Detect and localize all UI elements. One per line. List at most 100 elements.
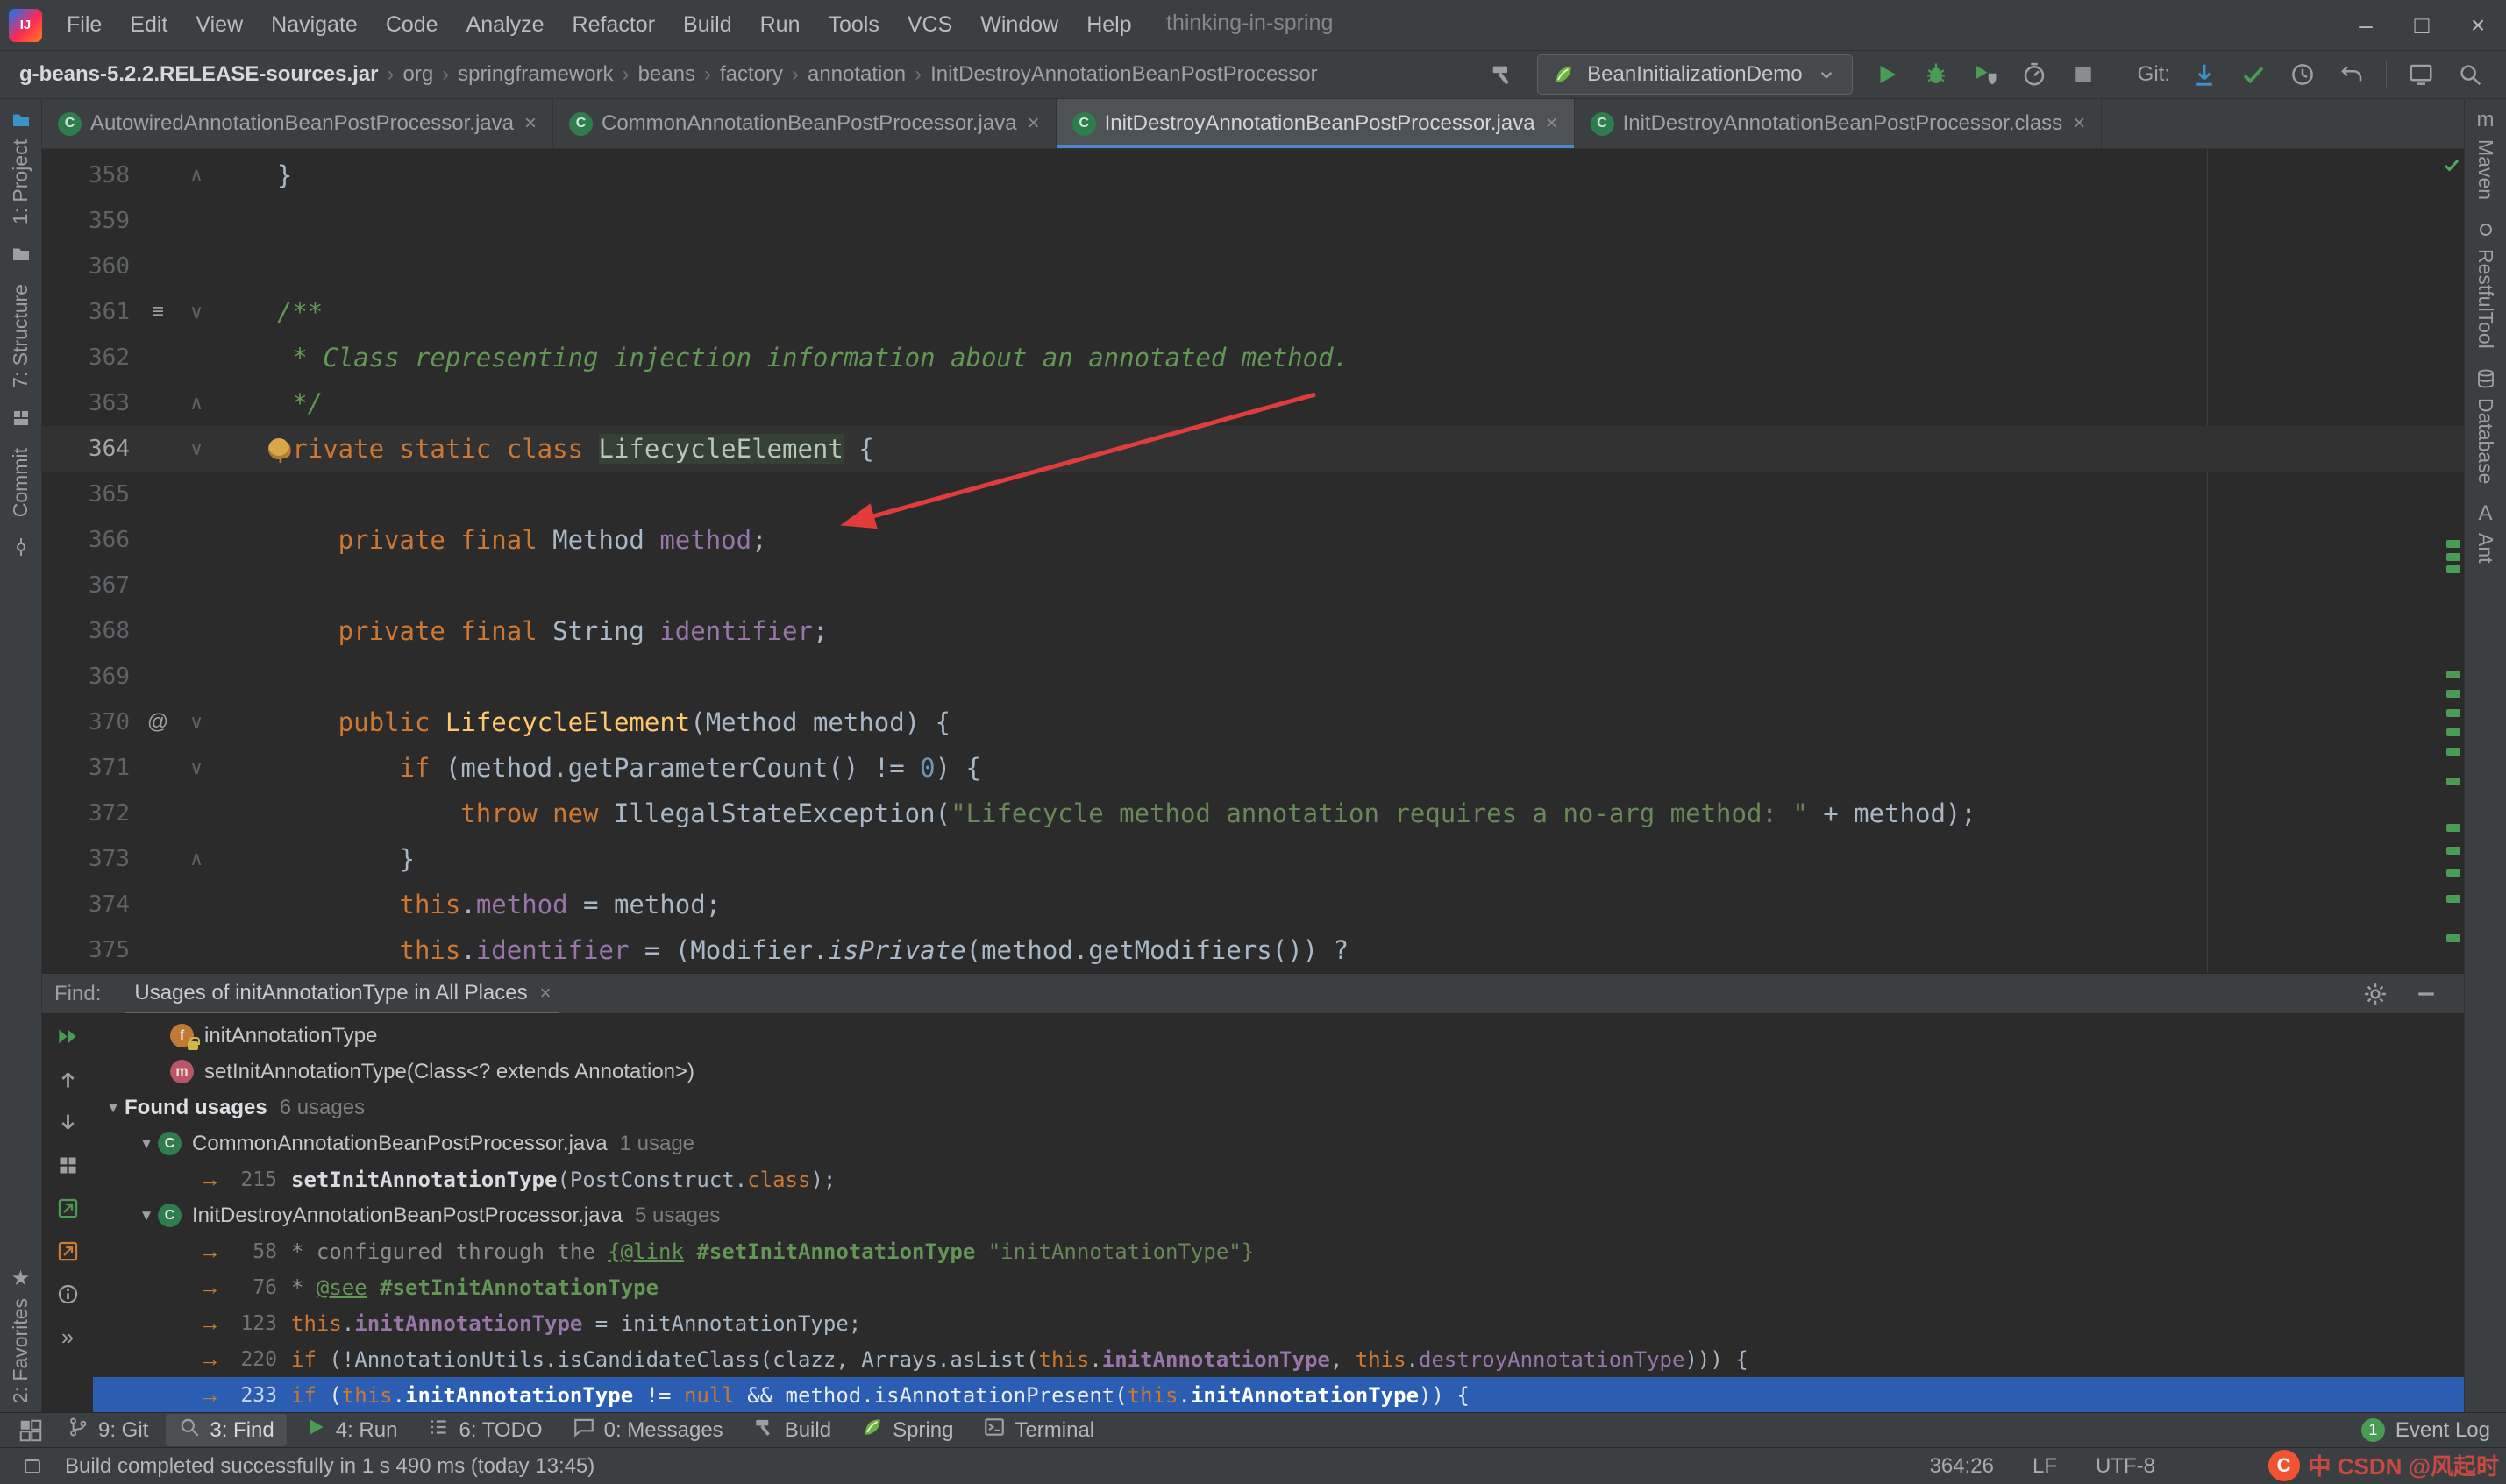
profiler-button[interactable]: [2019, 60, 2049, 89]
breadcrumb-item[interactable]: factory: [715, 60, 788, 89]
find-row-usage[interactable]: → 220 if (!AnnotationUtils.isCandidateClas…: [93, 1341, 2464, 1377]
run-button[interactable]: [1872, 60, 1902, 89]
toolwindow-button-spring[interactable]: Spring: [849, 1414, 965, 1446]
stripe-item-folder[interactable]: [9, 242, 33, 266]
git-history-button[interactable]: [2288, 60, 2317, 89]
stripe-item-favorites[interactable]: ★ 2: Favorites: [9, 1267, 33, 1403]
debug-button[interactable]: [1921, 60, 1951, 89]
toolwindow-button-build[interactable]: Build: [741, 1414, 844, 1446]
menu-item-vcs[interactable]: VCS: [895, 5, 965, 45]
editor-tab[interactable]: C AutowiredAnnotationBeanPostProcessor.ja…: [42, 99, 553, 148]
vcs-change-mark[interactable]: [2446, 778, 2460, 785]
menu-item-file[interactable]: File: [54, 5, 114, 45]
stripe-item-grid[interactable]: [9, 406, 33, 430]
event-log-button[interactable]: 1 Event Log: [2360, 1418, 2490, 1443]
code-line[interactable]: 364 ∨ private static class LifecycleEleme…: [42, 426, 2464, 472]
find-row-usage[interactable]: → 76 * @see #setInitAnnotationType: [93, 1269, 2464, 1305]
vcs-change-mark[interactable]: [2446, 540, 2460, 548]
editor-tab[interactable]: C InitDestroyAnnotationBeanPostProcessor.…: [1056, 99, 1575, 148]
expand-arrow-icon[interactable]: ▼: [135, 1207, 158, 1225]
toolwindow-button-terminal[interactable]: Terminal: [971, 1414, 1107, 1446]
run-with-coverage-button[interactable]: [1970, 60, 2000, 89]
tab-close-icon[interactable]: ×: [1546, 111, 1558, 136]
code-line[interactable]: 363 ∧ */: [42, 380, 2464, 426]
vcs-change-mark[interactable]: [2446, 748, 2460, 756]
rerun-search-icon[interactable]: [54, 1023, 81, 1049]
code-line[interactable]: 375 this.identifier = (Modifier.isPrivat…: [42, 927, 2464, 973]
find-row-file[interactable]: ▼ C InitDestroyAnnotationBeanPostProcessor…: [93, 1197, 2464, 1233]
vcs-change-mark[interactable]: [2446, 565, 2460, 573]
breadcrumb-item[interactable]: g-beans-5.2.2.RELEASE-sources.jar: [14, 60, 383, 89]
menu-item-edit[interactable]: Edit: [117, 5, 180, 45]
code-line[interactable]: 360: [42, 244, 2464, 289]
caret-position[interactable]: 364:26: [1930, 1454, 1994, 1479]
find-row-target[interactable]: f initAnnotationType: [93, 1018, 2464, 1054]
menu-item-view[interactable]: View: [183, 5, 255, 45]
more-options-icon[interactable]: »: [54, 1324, 81, 1350]
search-everywhere-button[interactable]: [2455, 60, 2485, 89]
settings-gear-icon[interactable]: [2360, 979, 2390, 1009]
code-line[interactable]: 358 ∧ }: [42, 153, 2464, 198]
code-line[interactable]: 367: [42, 563, 2464, 608]
fold-marker-icon[interactable]: ∨: [177, 745, 216, 791]
find-row-usage[interactable]: → 123 this.initAnnotationType = initAnnota…: [93, 1305, 2464, 1341]
stripe-item-commitnode[interactable]: [9, 535, 33, 559]
close-button[interactable]: ×: [2450, 0, 2506, 51]
vcs-change-mark[interactable]: [2446, 824, 2460, 832]
code-line[interactable]: 361 ≡ ∨ /**: [42, 289, 2464, 335]
find-row-target[interactable]: m setInitAnnotationType(Class<? extends A…: [93, 1054, 2464, 1090]
menu-item-window[interactable]: Window: [968, 5, 1071, 45]
fold-marker-icon[interactable]: ∨: [177, 699, 216, 745]
stripe-item-restfultool[interactable]: RestfulTool: [2474, 217, 2498, 349]
menu-item-build[interactable]: Build: [671, 5, 744, 45]
minimize-button[interactable]: –: [2338, 0, 2394, 51]
breadcrumb-item[interactable]: beans: [633, 60, 701, 89]
export-results-icon[interactable]: [54, 1238, 81, 1264]
close-icon[interactable]: ×: [540, 982, 552, 1005]
stripe-item-commit[interactable]: Commit: [9, 448, 32, 517]
tab-close-icon[interactable]: ×: [1028, 111, 1040, 136]
code-line[interactable]: 370 @ ∨ public LifecycleElement(Method met…: [42, 699, 2464, 745]
toolwindow-switcher-icon[interactable]: [16, 1416, 46, 1445]
git-rollback-button[interactable]: [2337, 60, 2367, 89]
stop-button[interactable]: [2068, 60, 2098, 89]
find-row-file[interactable]: ▼ C CommonAnnotationBeanPostProcessor.java…: [93, 1125, 2464, 1161]
fold-marker-icon[interactable]: ∧: [177, 153, 216, 198]
fold-marker-icon[interactable]: ∧: [177, 836, 216, 882]
breadcrumb-item[interactable]: org: [397, 60, 438, 89]
breadcrumb-item[interactable]: InitDestroyAnnotationBeanPostProcessor: [925, 60, 1323, 89]
code-editor[interactable]: 358 ∧ } 359 360 361 ≡ ∨ /** 362 * Class represe…: [42, 149, 2464, 973]
editor-tab[interactable]: C CommonAnnotationBeanPostProcessor.java ×: [553, 99, 1057, 148]
encoding-indicator[interactable]: UTF-8: [2096, 1454, 2155, 1479]
code-line[interactable]: 365: [42, 472, 2464, 517]
stripe-item-structure[interactable]: 7: Structure: [9, 284, 32, 388]
find-results-tab[interactable]: Usages of initAnnotationType in All Plac…: [125, 974, 560, 1013]
toolwindow-button-run[interactable]: 4: Run: [292, 1414, 410, 1446]
git-commit-button[interactable]: [2239, 60, 2268, 89]
info-icon[interactable]: [54, 1281, 81, 1307]
code-line[interactable]: 368 private final String identifier;: [42, 608, 2464, 654]
vcs-change-mark[interactable]: [2446, 709, 2460, 717]
maximize-button[interactable]: □: [2394, 0, 2450, 51]
vcs-change-mark[interactable]: [2446, 690, 2460, 698]
intention-bulb-icon[interactable]: [268, 438, 289, 459]
menu-item-tools[interactable]: Tools: [815, 5, 891, 45]
stripe-item-project[interactable]: 1: Project: [9, 108, 33, 224]
code-line[interactable]: 373 ∧ }: [42, 836, 2464, 882]
stripe-item-database[interactable]: Database: [2474, 366, 2498, 484]
toolwindow-button-messages[interactable]: 0: Messages: [560, 1414, 736, 1446]
toolwindow-button-todo[interactable]: 6: TODO: [415, 1414, 554, 1446]
vcs-change-mark[interactable]: [2446, 869, 2460, 877]
breadcrumb-item[interactable]: springframework: [452, 60, 618, 89]
git-update-button[interactable]: [2189, 60, 2219, 89]
group-by-icon[interactable]: [54, 1152, 81, 1178]
find-row-group[interactable]: ▼ Found usages 6 usages: [93, 1090, 2464, 1125]
find-row-usage[interactable]: → 215 setInitAnnotationType(PostConstruct.…: [93, 1161, 2464, 1197]
code-line[interactable]: 369: [42, 654, 2464, 699]
toolwindow-button-git[interactable]: 9: Git: [54, 1414, 160, 1446]
menu-item-analyze[interactable]: Analyze: [454, 5, 557, 45]
code-line[interactable]: 366 private final Method method;: [42, 517, 2464, 563]
breadcrumb-item[interactable]: annotation: [802, 60, 911, 89]
tab-close-icon[interactable]: ×: [2073, 111, 2085, 136]
find-row-usage[interactable]: → 233 if (this.initAnnotationType != null …: [93, 1377, 2464, 1412]
